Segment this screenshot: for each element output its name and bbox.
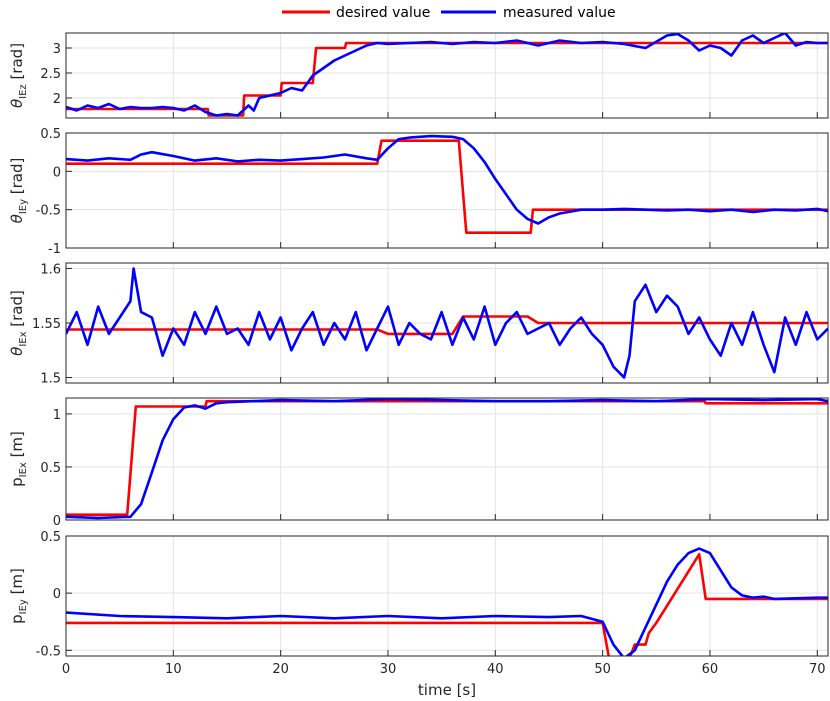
plot-area	[66, 398, 828, 520]
x-tick-label: 50	[594, 662, 611, 677]
y-axis-label: θIEy [rad]	[8, 158, 29, 224]
y-tick-label: 1	[53, 408, 61, 423]
plot-area	[66, 536, 828, 656]
y-axis-label: θIEx [rad]	[8, 290, 29, 356]
y-axis-label: θIEz [rad]	[8, 43, 29, 108]
y-axis-label: pIEx [m]	[8, 431, 29, 487]
y-tick-label: 0.5	[40, 530, 61, 545]
y-tick-label: 1.6	[40, 262, 61, 277]
x-axis-label: time [s]	[418, 681, 476, 699]
y-tick-label: 2.5	[40, 67, 61, 82]
x-tick-label: 20	[272, 662, 289, 677]
y-axis-label: pIEy [m]	[8, 568, 29, 624]
x-tick-label: 30	[380, 662, 397, 677]
legend-measured-label: measured value	[503, 5, 616, 21]
panel-2: -1 -0.5 0 0.5 θIEy [rad]	[8, 127, 829, 257]
y-tick-label: 0	[53, 514, 61, 529]
legend: desired value measured value	[282, 5, 616, 21]
y-tick-label: 0.5	[40, 461, 61, 476]
y-tick-label: 2	[53, 92, 61, 107]
y-tick-label: -0.5	[36, 204, 61, 219]
y-tick-label: 0	[53, 165, 61, 180]
y-tick-label: 1.5	[40, 372, 61, 387]
x-tick-label: 10	[165, 662, 182, 677]
panel-3: 1.5 1.55 1.6 θIEx [rad]	[8, 262, 829, 387]
x-tick-label: 70	[809, 662, 826, 677]
figure: desired value measured value 2 2.5 3 θIEz […	[8, 5, 829, 699]
x-tick-label: 60	[702, 662, 719, 677]
panel-4: 0 0.5 1 pIEx [m]	[8, 397, 829, 529]
x-tick-label: 0	[62, 662, 70, 677]
y-tick-label: -1	[48, 242, 61, 257]
x-tick-label: 40	[487, 662, 504, 677]
panels: 22.53θIEz [rad]-1-0.500.5θIEy [rad]1.51.…	[8, 32, 829, 677]
y-tick-label: -0.5	[36, 644, 61, 659]
y-tick-label: 3	[53, 42, 61, 57]
panel-1: 2 2.5 3 θIEz [rad]	[8, 32, 829, 119]
y-tick-label: 1.55	[32, 317, 61, 332]
legend-desired-label: desired value	[336, 5, 430, 21]
plot-area	[66, 133, 828, 248]
panel-5: -0.500.50 10 20 30 40 50 60 70pIEy [m]	[8, 530, 829, 677]
y-tick-label: 0	[53, 587, 61, 602]
y-tick-label: 0.5	[40, 127, 61, 142]
